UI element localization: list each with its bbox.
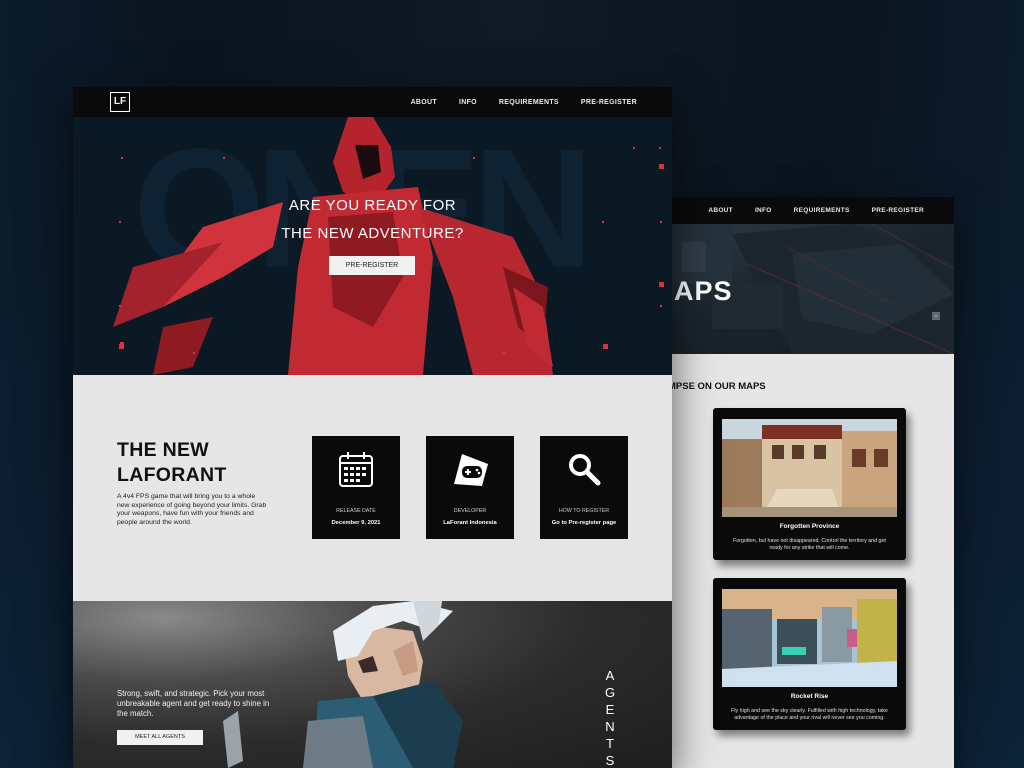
hero-section: ONEN bbox=[73, 117, 672, 375]
maps-section-heading: MPSE ON OUR MAPS bbox=[672, 381, 766, 392]
about-title-line1: THE NEW bbox=[117, 439, 210, 461]
calendar-icon bbox=[339, 452, 373, 487]
card-label: RELEASE DATE bbox=[336, 508, 376, 514]
about-section: THE NEW LAFORANT A 4v4 FPS game that wil… bbox=[73, 375, 672, 601]
map-thumbnail-rocket-rise bbox=[722, 589, 897, 687]
nav-info-link[interactable]: INFO bbox=[755, 207, 772, 214]
release-date-card: RELEASE DATE December 9, 2021 bbox=[312, 436, 400, 539]
card-value[interactable]: Go to Pre-register page bbox=[540, 520, 628, 526]
about-title: THE NEW LAFORANT bbox=[117, 438, 227, 488]
nav-info-link[interactable]: INFO bbox=[459, 99, 477, 106]
how-to-register-card: HOW TO REGISTER Go to Pre-register page bbox=[540, 436, 628, 539]
nav-preregister-link[interactable]: PRE-REGISTER bbox=[872, 207, 924, 214]
nav-requirements-link[interactable]: REQUIREMENTS bbox=[499, 99, 559, 106]
pre-register-button[interactable]: PRE-REGISTER bbox=[329, 256, 415, 275]
card-value: LaForant Indonesia bbox=[443, 520, 497, 526]
hero-heading-line2: THE NEW ADVENTURE? bbox=[281, 225, 464, 242]
chevron-down-icon[interactable]: ⌄ bbox=[932, 312, 940, 320]
maps-hero-banner: APS ⌄ bbox=[672, 224, 954, 354]
map-card[interactable]: Forgotten Province Forgotten, but have n… bbox=[713, 408, 906, 560]
map-card[interactable]: Rocket Rise Fly high and see the sky cle… bbox=[713, 578, 906, 730]
agents-description: Strong, swift, and strategic. Pick your … bbox=[117, 689, 270, 718]
home-navbar: LF ABOUT INFO REQUIREMENTS PRE-REGISTER bbox=[73, 87, 672, 117]
about-description: A 4v4 FPS game that will bring you to a … bbox=[117, 493, 267, 526]
meet-all-agents-button[interactable]: MEET ALL AGENTS bbox=[117, 730, 203, 745]
about-title-line2: LAFORANT bbox=[117, 464, 227, 486]
nav-about-link[interactable]: ABOUT bbox=[411, 99, 437, 106]
card-value: December 9, 2021 bbox=[331, 520, 381, 526]
nav-preregister-link[interactable]: PRE-REGISTER bbox=[581, 99, 637, 106]
nav-about-link[interactable]: ABOUT bbox=[708, 207, 733, 214]
home-page-mockup: LF ABOUT INFO REQUIREMENTS PRE-REGISTER … bbox=[73, 87, 672, 768]
agents-section: Strong, swift, and strategic. Pick your … bbox=[73, 601, 672, 768]
maps-page-mockup: ABOUT INFO REQUIREMENTS PRE-REGISTER APS… bbox=[672, 197, 954, 768]
map-name: Forgotten Province bbox=[779, 523, 840, 530]
nav-requirements-link[interactable]: REQUIREMENTS bbox=[794, 207, 850, 214]
maps-hero-title: APS bbox=[674, 276, 733, 306]
magnifier-icon bbox=[569, 454, 601, 486]
card-label: HOW TO REGISTER bbox=[558, 508, 610, 514]
map-description: Fly high and see the sky clearly. Fulfil… bbox=[731, 708, 888, 721]
hero-agent-artwork: ONEN bbox=[113, 117, 664, 375]
gamepad-icon bbox=[454, 454, 488, 486]
map-thumbnail-forgotten-province bbox=[722, 419, 897, 517]
developer-card: DEVELOPER LaForant Indonesia bbox=[426, 436, 514, 539]
maps-navbar: ABOUT INFO REQUIREMENTS PRE-REGISTER bbox=[672, 197, 954, 224]
map-name: Rocket Rise bbox=[790, 693, 829, 700]
map-description: Forgotten, but have not disappeared. Con… bbox=[733, 538, 886, 551]
laforant-logo[interactable]: LF bbox=[110, 92, 130, 112]
agents-vertical-title: AGENTS bbox=[605, 668, 616, 768]
card-label: DEVELOPER bbox=[453, 508, 487, 514]
hero-heading-line1: ARE YOU READY FOR bbox=[288, 197, 457, 214]
